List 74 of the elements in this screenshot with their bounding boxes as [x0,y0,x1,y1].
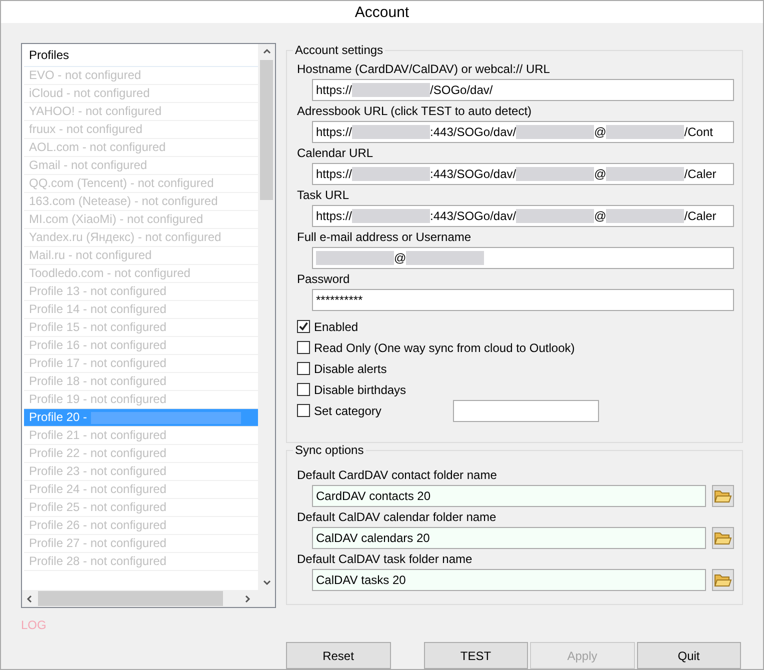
group-title: Account settings [294,43,384,57]
profile-item[interactable]: Mail.ru - not configured [24,247,258,265]
profile-item[interactable]: Profile 16 - not configured [24,337,258,355]
checkbox[interactable] [297,362,310,375]
profile-item[interactable]: Profile 20 - [24,409,258,427]
profile-item[interactable]: AOL.com - not configured [24,139,258,157]
profile-item[interactable]: Profile 23 - not configured [24,463,258,481]
field-label: Adressbook URL (click TEST to auto detect) [297,104,532,118]
profile-item[interactable]: Profile 21 - not configured [24,427,258,445]
text-field[interactable]: https:// /SOGo/dav/ [312,79,734,101]
log-link[interactable]: LOG [21,618,46,632]
checkbox-label: Disable alerts [314,362,387,376]
field-label: Hostname (CardDAV/CalDAV) or webcal:// URL [297,62,550,76]
profile-item[interactable]: Profile 22 - not configured [24,445,258,463]
folder-icon [714,488,732,504]
vertical-scrollbar[interactable] [258,44,275,590]
folder-name-field[interactable]: CalDAV calendars 20 [312,527,706,549]
profile-item[interactable]: Profile 17 - not configured [24,355,258,373]
profile-item[interactable]: Toodledo.com - not configured [24,265,258,283]
checkbox-label: Set category [314,404,382,418]
profile-item[interactable]: Profile 13 - not configured [24,283,258,301]
profile-item[interactable]: YAHOO! - not configured [24,103,258,121]
profile-item[interactable]: 163.com (Netease) - not configured [24,193,258,211]
field-label: Password [297,272,350,286]
profile-item[interactable]: Profile 27 - not configured [24,535,258,553]
profile-item[interactable]: Profile 28 - not configured [24,553,258,571]
profile-item[interactable]: QQ.com (Tencent) - not configured [24,175,258,193]
profile-item[interactable]: Profile 15 - not configured [24,319,258,337]
field-label: Calendar URL [297,146,374,160]
scrollbar-thumb[interactable] [260,60,273,200]
browse-folder-button[interactable] [712,527,734,549]
checkbox[interactable] [297,383,310,396]
text-field[interactable]: https:// :443/SOGo/dav/ @ /Caler [312,163,734,185]
folder-icon [714,530,732,546]
profile-item[interactable]: MI.com (XiaoMi) - not configured [24,211,258,229]
profile-item[interactable]: Profile 26 - not configured [24,517,258,535]
category-field[interactable] [453,400,600,422]
checkbox[interactable] [297,320,310,333]
checkbox-label: Disable birthdays [314,382,406,396]
profile-item[interactable]: Gmail - not configured [24,157,258,175]
horizontal-scrollbar[interactable] [22,590,275,607]
dialog-button[interactable]: Reset [286,642,390,669]
profile-item[interactable]: iCloud - not configured [24,85,258,103]
profile-item[interactable]: fruux - not configured [24,121,258,139]
profile-item[interactable]: Profile 18 - not configured [24,373,258,391]
profile-item[interactable]: Profile 14 - not configured [24,301,258,319]
profile-item[interactable]: Profile 25 - not configured [24,499,258,517]
checkbox-label: Enabled [314,320,358,334]
browse-folder-button[interactable] [712,485,734,507]
dialog-button[interactable]: TEST [424,642,528,669]
text-field[interactable]: ********** [312,289,734,311]
checkbox[interactable] [297,341,310,354]
field-label: Default CalDAV task folder name [297,552,472,566]
field-label: Default CardDAV contact folder name [297,468,497,482]
field-label: Task URL [297,188,350,202]
dialog-button[interactable]: Quit [636,642,741,669]
window-title: Account [354,4,410,20]
field-label: Full e-mail address or Username [297,230,472,244]
list-header: Profiles [24,44,258,67]
text-field[interactable]: https:// :443/SOGo/dav/ @ /Caler [312,205,734,227]
profile-item[interactable]: Yandex.ru (Яндекс) - not configured [24,229,258,247]
text-field[interactable]: https:// :443/SOGo/dav/ @ /Cont [312,121,734,143]
browse-folder-button[interactable] [712,569,734,591]
folder-name-field[interactable]: CardDAV contacts 20 [312,485,706,507]
folder-icon [714,572,732,588]
field-label: Default CalDAV calendar folder name [297,510,496,524]
group-title: Sync options [294,443,365,457]
scrollbar-thumb[interactable] [38,591,223,606]
folder-name-field[interactable]: CalDAV tasks 20 [312,569,706,591]
profile-item[interactable]: EVO - not configured [24,67,258,85]
checkbox-label: Read Only (One way sync from cloud to Outlook) [314,340,575,354]
checkbox[interactable] [297,404,310,417]
profile-item[interactable]: Profile 24 - not configured [24,481,258,499]
text-field[interactable]: @ [312,247,734,269]
